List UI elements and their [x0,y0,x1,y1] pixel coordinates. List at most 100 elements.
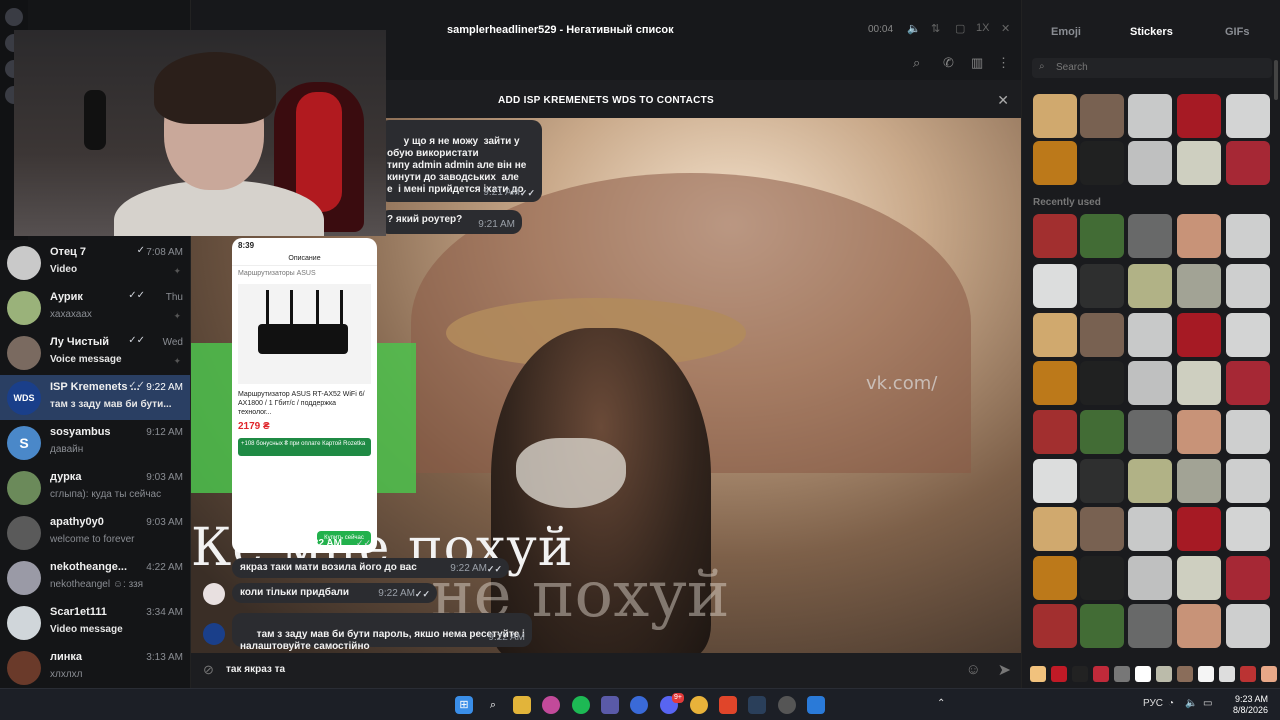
terminal-icon[interactable] [807,696,825,714]
sticker[interactable] [1080,410,1124,454]
search-icon[interactable]: ⌕ [913,55,920,71]
sticker-set-icon[interactable] [1261,666,1277,682]
message-bubble[interactable]: коли тільки придбали 9:22 AM ✓✓ [232,583,437,603]
repeat-icon[interactable]: ⇅ [931,22,940,35]
chat-item-apathy[interactable]: apathy0y0 9:03 AM welcome to forever [0,510,190,555]
wifi-icon[interactable]: ◔ [1168,698,1174,709]
sticker[interactable] [1177,313,1221,357]
sticker[interactable] [1080,604,1124,648]
sticker-search-input[interactable]: ⌕ Search [1032,58,1272,78]
sticker[interactable] [1033,313,1077,357]
search-icon[interactable]: ⌕ [484,696,502,714]
close-icon[interactable]: ✕ [997,92,1009,109]
sticker[interactable] [1033,507,1077,551]
sticker[interactable] [1033,94,1077,138]
phone-screenshot[interactable]: 8:39 Описание Маршрутизаторы ASUS Маршру… [232,238,377,553]
sticker[interactable] [1128,361,1172,405]
sticker[interactable] [1033,361,1077,405]
sticker[interactable] [1177,507,1221,551]
message-bubble[interactable]: ? який роутер? 9:21 AM [379,210,522,234]
sticker[interactable] [1226,604,1270,648]
battery-icon[interactable]: ▭ [1203,698,1212,709]
sticker[interactable] [1226,361,1270,405]
sticker[interactable] [1226,264,1270,308]
sticker[interactable] [1128,410,1172,454]
sticker[interactable] [1033,264,1077,308]
send-icon[interactable]: ➤ [998,660,1011,680]
tab-gifs[interactable]: GIFs [1225,26,1249,38]
sticker[interactable] [1177,361,1221,405]
pip-icon[interactable]: ▢ [955,22,965,35]
avatar[interactable] [203,623,225,645]
sticker[interactable] [1226,459,1270,503]
sticker[interactable] [1226,556,1270,600]
avatar[interactable] [203,583,225,605]
menu-icon[interactable] [5,8,23,26]
sticker[interactable] [1128,141,1172,185]
sticker[interactable] [1177,94,1221,138]
sticker[interactable] [1033,214,1077,258]
steam-icon[interactable] [748,696,766,714]
sticker[interactable] [1226,141,1270,185]
chat-item-durka[interactable]: дурка 9:03 AM сглыпа): куда ты сейчас [0,465,190,510]
sticker[interactable] [1080,214,1124,258]
sticker[interactable] [1033,459,1077,503]
sticker[interactable] [1128,264,1172,308]
close-player-icon[interactable]: ✕ [1001,22,1010,35]
sticker[interactable] [1177,556,1221,600]
message-input[interactable]: так якраз та [226,664,285,675]
sticker[interactable] [1033,410,1077,454]
brave-icon[interactable] [719,696,737,714]
app-icon[interactable] [630,696,648,714]
sticker[interactable] [1080,459,1124,503]
attach-icon[interactable]: ⊘ [203,662,214,678]
sticker[interactable] [1128,214,1172,258]
chat-item-nekotheangel[interactable]: nekotheange... 4:22 AM nekotheangel ☺: з… [0,555,190,600]
emoji-icon[interactable]: ☺ [966,661,981,678]
sticker[interactable] [1128,507,1172,551]
chat-item-linka[interactable]: линка 3:13 AM хлхлхл [0,645,190,688]
sticker[interactable] [1177,459,1221,503]
app-icon[interactable] [778,696,796,714]
sticker[interactable] [1080,313,1124,357]
sticker-set-icon[interactable] [1219,666,1235,682]
chat-item-scarlet[interactable]: Scar1et111 3:34 AM Video message [0,600,190,645]
sticker-set-icon[interactable] [1114,666,1130,682]
sticker[interactable] [1226,214,1270,258]
spotify-icon[interactable] [572,696,590,714]
tab-stickers[interactable]: Stickers [1130,26,1173,38]
sticker[interactable] [1128,459,1172,503]
sticker[interactable] [1177,604,1221,648]
chat-item-lu[interactable]: Лу Чистый ✓✓ Wed Voice message ✦ [0,330,190,375]
sticker[interactable] [1080,361,1124,405]
sticker[interactable] [1128,94,1172,138]
sticker[interactable] [1080,94,1124,138]
call-icon[interactable]: ✆ [943,55,954,71]
sticker-set-icon[interactable] [1051,666,1067,682]
message-bubble[interactable]: якраз таки мати возила його до вас 9:22 … [232,558,509,578]
sticker[interactable] [1226,94,1270,138]
volume-icon[interactable]: 🔈 [907,22,921,35]
more-icon[interactable]: ⋮ [997,55,1010,71]
sticker[interactable] [1226,313,1270,357]
file-explorer-icon[interactable] [513,696,531,714]
chat-item-aurik[interactable]: Аурик ✓✓ Thu хахахаах ✦ [0,285,190,330]
language-indicator[interactable]: РУС [1143,698,1163,709]
tray-arrow-icon[interactable]: ⌃ [937,698,945,709]
volume-icon[interactable]: 🔈 [1185,698,1197,709]
sticker-set-icon[interactable] [1177,666,1193,682]
chrome-icon[interactable] [690,696,708,714]
message-composer[interactable]: ⊘ так якраз та ☺ ➤ [191,653,1021,688]
sticker[interactable] [1080,141,1124,185]
sticker[interactable] [1080,264,1124,308]
sticker[interactable] [1080,507,1124,551]
sticker-set-icon[interactable] [1198,666,1214,682]
sticker[interactable] [1128,556,1172,600]
chat-item-sosyambus[interactable]: S sosyambus 9:12 AM давайн [0,420,190,465]
sticker[interactable] [1033,604,1077,648]
speed-button[interactable]: 1X [976,22,989,34]
sticker[interactable] [1080,556,1124,600]
sticker[interactable] [1177,141,1221,185]
sticker[interactable] [1177,214,1221,258]
sticker[interactable] [1226,410,1270,454]
